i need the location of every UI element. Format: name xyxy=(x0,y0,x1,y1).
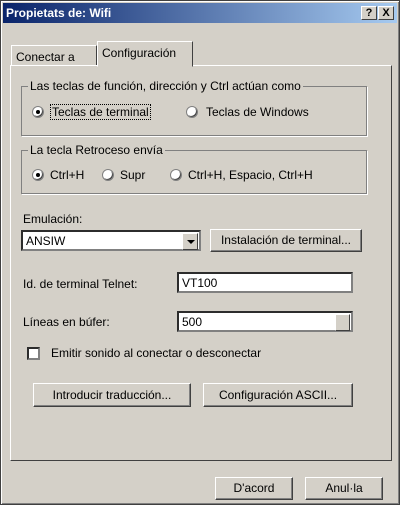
close-icon: X xyxy=(382,7,390,19)
sound-checkbox[interactable] xyxy=(27,347,40,360)
tab-label: Configuración xyxy=(102,46,177,60)
function-keys-group: Las teclas de función, dirección y Ctrl … xyxy=(21,79,367,136)
radio-label: Teclas de Windows xyxy=(206,105,309,119)
emulation-select[interactable]: ANSIW xyxy=(21,230,201,251)
button-label: Instalación de terminal... xyxy=(220,233,352,247)
properties-dialog: Propietats de: Wifi ? X Conectar a Confi… xyxy=(0,0,400,505)
emulation-label: Emulación: xyxy=(23,212,83,226)
title-bar[interactable]: Propietats de: Wifi ? X xyxy=(3,3,397,23)
telnet-id-input[interactable]: VT100 xyxy=(177,272,353,293)
tab-label: Conectar a xyxy=(16,50,75,64)
translation-button[interactable]: Introducir traducción... xyxy=(33,383,191,407)
button-label: Configuración ASCII... xyxy=(218,388,338,402)
telnet-label: Id. de terminal Telnet: xyxy=(23,277,138,291)
buffer-label: Líneas en búfer: xyxy=(23,315,110,329)
checkbox-label: Emitir sonido al conectar o desconectar xyxy=(51,346,262,360)
button-label: D'acord xyxy=(233,481,275,495)
radio-label: Teclas de terminal xyxy=(50,104,151,120)
tab-configuracion[interactable]: Configuración xyxy=(97,41,193,67)
tab-conectar-a[interactable]: Conectar a xyxy=(11,45,97,66)
ascii-setup-button[interactable]: Configuración ASCII... xyxy=(203,383,353,407)
buffer-value: 500 xyxy=(182,315,203,329)
group-label: La tecla Retroceso envía xyxy=(28,143,165,157)
radio-terminal-keys[interactable] xyxy=(32,106,44,118)
close-button[interactable]: X xyxy=(378,6,394,20)
button-label: Anul·la xyxy=(325,481,363,495)
help-button[interactable]: ? xyxy=(361,6,377,20)
emulation-value: ANSIW xyxy=(26,234,66,248)
help-icon: ? xyxy=(365,7,373,19)
ok-button[interactable]: D'acord xyxy=(215,477,293,500)
window-title: Propietats de: Wifi xyxy=(6,6,112,20)
group-label: Las teclas de función, dirección y Ctrl … xyxy=(28,79,303,93)
cancel-button[interactable]: Anul·la xyxy=(305,477,383,500)
button-label: Introducir traducción... xyxy=(52,388,172,402)
spinner-icon[interactable] xyxy=(335,314,350,331)
radio-ctrl-h[interactable] xyxy=(32,169,44,181)
radio-label: Supr xyxy=(120,168,146,182)
settings-panel: Las teclas de función, dirección y Ctrl … xyxy=(10,65,392,461)
radio-ctrl-h-space[interactable] xyxy=(170,169,182,181)
backspace-group: La tecla Retroceso envía Ctrl+H Supr Ctr… xyxy=(21,143,367,194)
terminal-setup-button[interactable]: Instalación de terminal... xyxy=(210,229,362,252)
telnet-value: VT100 xyxy=(182,276,218,290)
radio-windows-keys[interactable] xyxy=(186,106,198,118)
buffer-lines-input[interactable]: 500 xyxy=(177,311,353,332)
chevron-down-icon[interactable] xyxy=(182,233,198,250)
radio-label: Ctrl+H, Espacio, Ctrl+H xyxy=(188,168,313,182)
radio-label: Ctrl+H xyxy=(50,168,85,182)
radio-supr[interactable] xyxy=(102,169,114,181)
